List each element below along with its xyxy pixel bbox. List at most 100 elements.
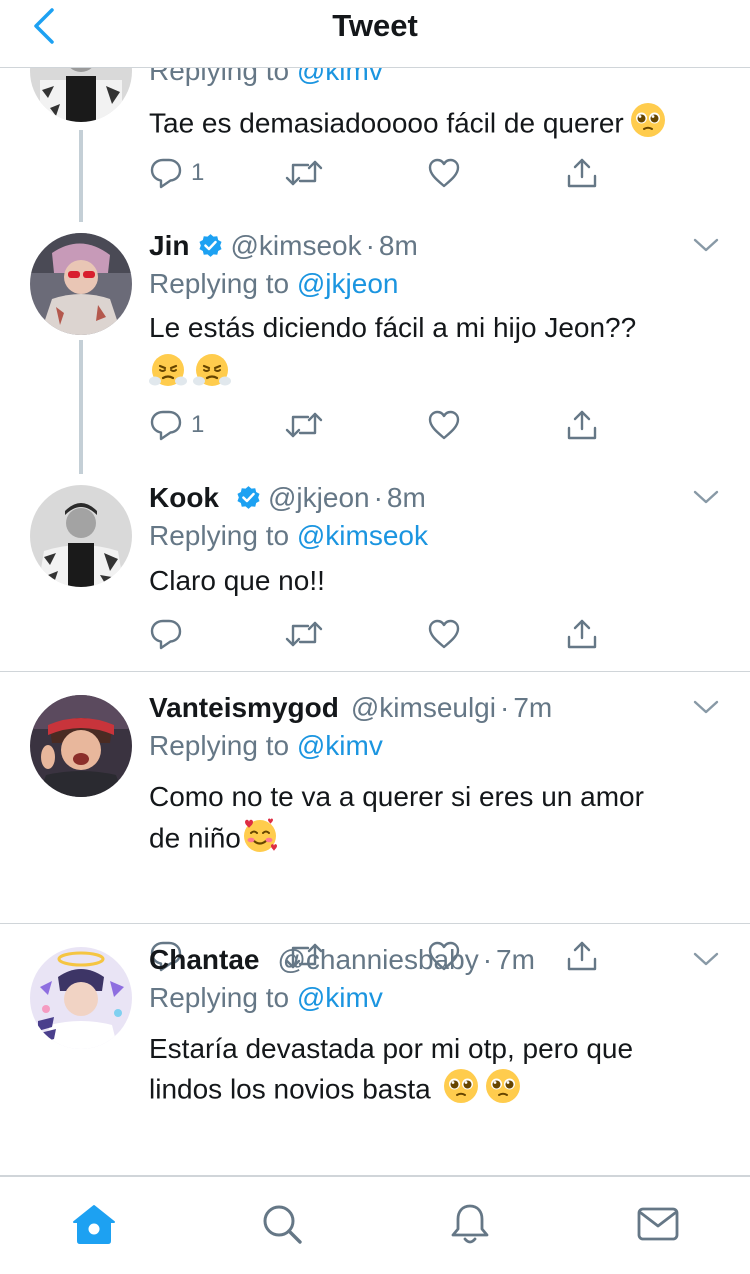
tweet-4[interactable]: Chantae @channiesbaby · 7m Replying to @ki… [0, 924, 750, 1176]
tweet-3[interactable]: Vanteismygod @kimseulgi · 7m Replying to @… [0, 672, 750, 972]
tweet-actions: 1 [149, 405, 619, 445]
display-name[interactable]: Vanteismygod [149, 692, 339, 724]
tab-messages[interactable] [633, 1199, 683, 1249]
tweet-0[interactable]: Replying to @kimv Tae es demasiadooooo f… [0, 68, 750, 222]
reply-icon [150, 410, 182, 441]
display-name[interactable]: Chantae [149, 944, 259, 976]
user-handle: @channiesbaby [277, 944, 479, 975]
share-button[interactable] [565, 405, 599, 445]
tweet-options-button[interactable] [692, 693, 720, 721]
tab-notifications[interactable] [445, 1199, 495, 1249]
reply-count: 1 [191, 411, 205, 438]
retweet-icon [285, 621, 323, 647]
chevron-down-icon [693, 238, 719, 252]
like-button[interactable] [427, 405, 461, 445]
mention-link[interactable]: @jkjeon [297, 268, 399, 299]
pleading-face-emoji [630, 102, 666, 148]
retweet-button[interactable] [285, 153, 323, 193]
share-icon [567, 410, 597, 440]
like-button[interactable] [427, 153, 461, 193]
heart-icon [428, 158, 460, 188]
share-icon [567, 619, 597, 649]
pleading-face-emoji [485, 1068, 521, 1114]
avatar[interactable] [30, 695, 132, 797]
mention-link[interactable]: @kimv [297, 982, 383, 1013]
messages-icon [637, 1207, 679, 1241]
timestamp: 7m [513, 692, 553, 723]
display-name[interactable]: Kook [149, 482, 219, 514]
tweet-1[interactable]: Jin @kimseok · 8m Replying to @jkjeon Le e… [0, 222, 750, 474]
tweet-2[interactable]: Kook @jkjeon · 8m Replying to @kimseok Cla… [0, 474, 750, 672]
avatar[interactable] [30, 485, 132, 587]
retweet-icon [285, 412, 323, 438]
chevron-down-icon [693, 490, 719, 504]
tweet-actions: 1 [149, 153, 619, 193]
timestamp: 8m [378, 230, 418, 261]
face-with-steam-emoji [193, 351, 231, 399]
tweet-options-button[interactable] [692, 945, 720, 973]
tab-search[interactable] [257, 1199, 307, 1249]
tweet-header: Kook @jkjeon · 8m [149, 482, 426, 514]
mention-link[interactable]: @kimv [297, 730, 383, 761]
reply-icon [150, 619, 182, 650]
replying-to: Replying to @kimv [149, 730, 383, 761]
user-handle: @kimseulgi [350, 692, 496, 723]
avatar[interactable] [30, 68, 132, 122]
home-icon [73, 1205, 115, 1244]
timestamp: 8m [386, 482, 426, 513]
replying-to: Replying to @kimv [149, 68, 383, 87]
retweet-button[interactable] [285, 614, 323, 654]
avatar[interactable] [30, 233, 132, 335]
reply-button[interactable]: 1 [149, 405, 204, 445]
reply-icon [150, 158, 182, 189]
tweet-thread: Replying to @kimv Tae es demasiadooooo f… [0, 68, 750, 1176]
tweet-options-button[interactable] [692, 231, 720, 259]
user-handle: @kimseok [230, 230, 362, 261]
bottom-tab-bar [0, 1176, 750, 1274]
pleading-face-emoji [443, 1068, 479, 1114]
replying-to: Replying to @kimv [149, 982, 383, 1013]
notifications-icon [451, 1204, 489, 1244]
tweet-text: Estaría devastada por mi otp, pero que l… [149, 1029, 716, 1114]
share-button[interactable] [565, 153, 599, 193]
thread-line [79, 130, 83, 222]
verified-badge-icon [235, 485, 262, 512]
display-name[interactable]: Jin [149, 230, 189, 262]
tweet-header: Chantae @channiesbaby · 7m [149, 944, 535, 976]
tweet-options-button[interactable] [692, 483, 720, 511]
heart-icon [428, 410, 460, 440]
page-title: Tweet [332, 8, 418, 43]
search-icon [263, 1205, 302, 1244]
like-button[interactable] [427, 614, 461, 654]
reply-button[interactable] [149, 614, 183, 654]
tweet-header: Vanteismygod @kimseulgi · 7m [149, 692, 553, 724]
heart-icon [428, 619, 460, 649]
tweet-actions [149, 614, 619, 654]
user-handle: @jkjeon [268, 482, 370, 513]
tab-home[interactable] [69, 1199, 119, 1249]
mention-link[interactable]: @kimv [297, 68, 383, 86]
reply-button[interactable]: 1 [149, 153, 204, 193]
retweet-icon [285, 160, 323, 186]
tweet-text: Tae es demasiadooooo fácil de querer [149, 102, 716, 148]
avatar[interactable] [30, 947, 132, 1049]
reply-count: 1 [191, 159, 205, 186]
chevron-down-icon [693, 700, 719, 714]
replying-to: Replying to @jkjeon [149, 268, 399, 299]
tweet-text: Le estás diciendo fácil a mi hijo Jeon?? [149, 308, 716, 395]
top-nav-bar: Tweet [0, 0, 750, 68]
retweet-button[interactable] [285, 405, 323, 445]
tweet-text: Claro que no!! [149, 565, 325, 596]
face-with-steam-emoji [149, 351, 187, 399]
replying-to: Replying to @kimseok [149, 520, 428, 551]
share-icon [567, 158, 597, 188]
timestamp: 7m [496, 944, 535, 975]
verified-badge-icon [197, 233, 224, 260]
share-button[interactable] [565, 614, 599, 654]
mention-link[interactable]: @kimseok [297, 520, 428, 551]
thread-line [79, 340, 83, 474]
tweet-text: Como no te va a querer si eres un amor d… [149, 777, 716, 864]
smiling-face-with-hearts-emoji [241, 816, 279, 864]
chevron-down-icon [693, 952, 719, 966]
tweet-header: Jin @kimseok · 8m [149, 230, 418, 262]
